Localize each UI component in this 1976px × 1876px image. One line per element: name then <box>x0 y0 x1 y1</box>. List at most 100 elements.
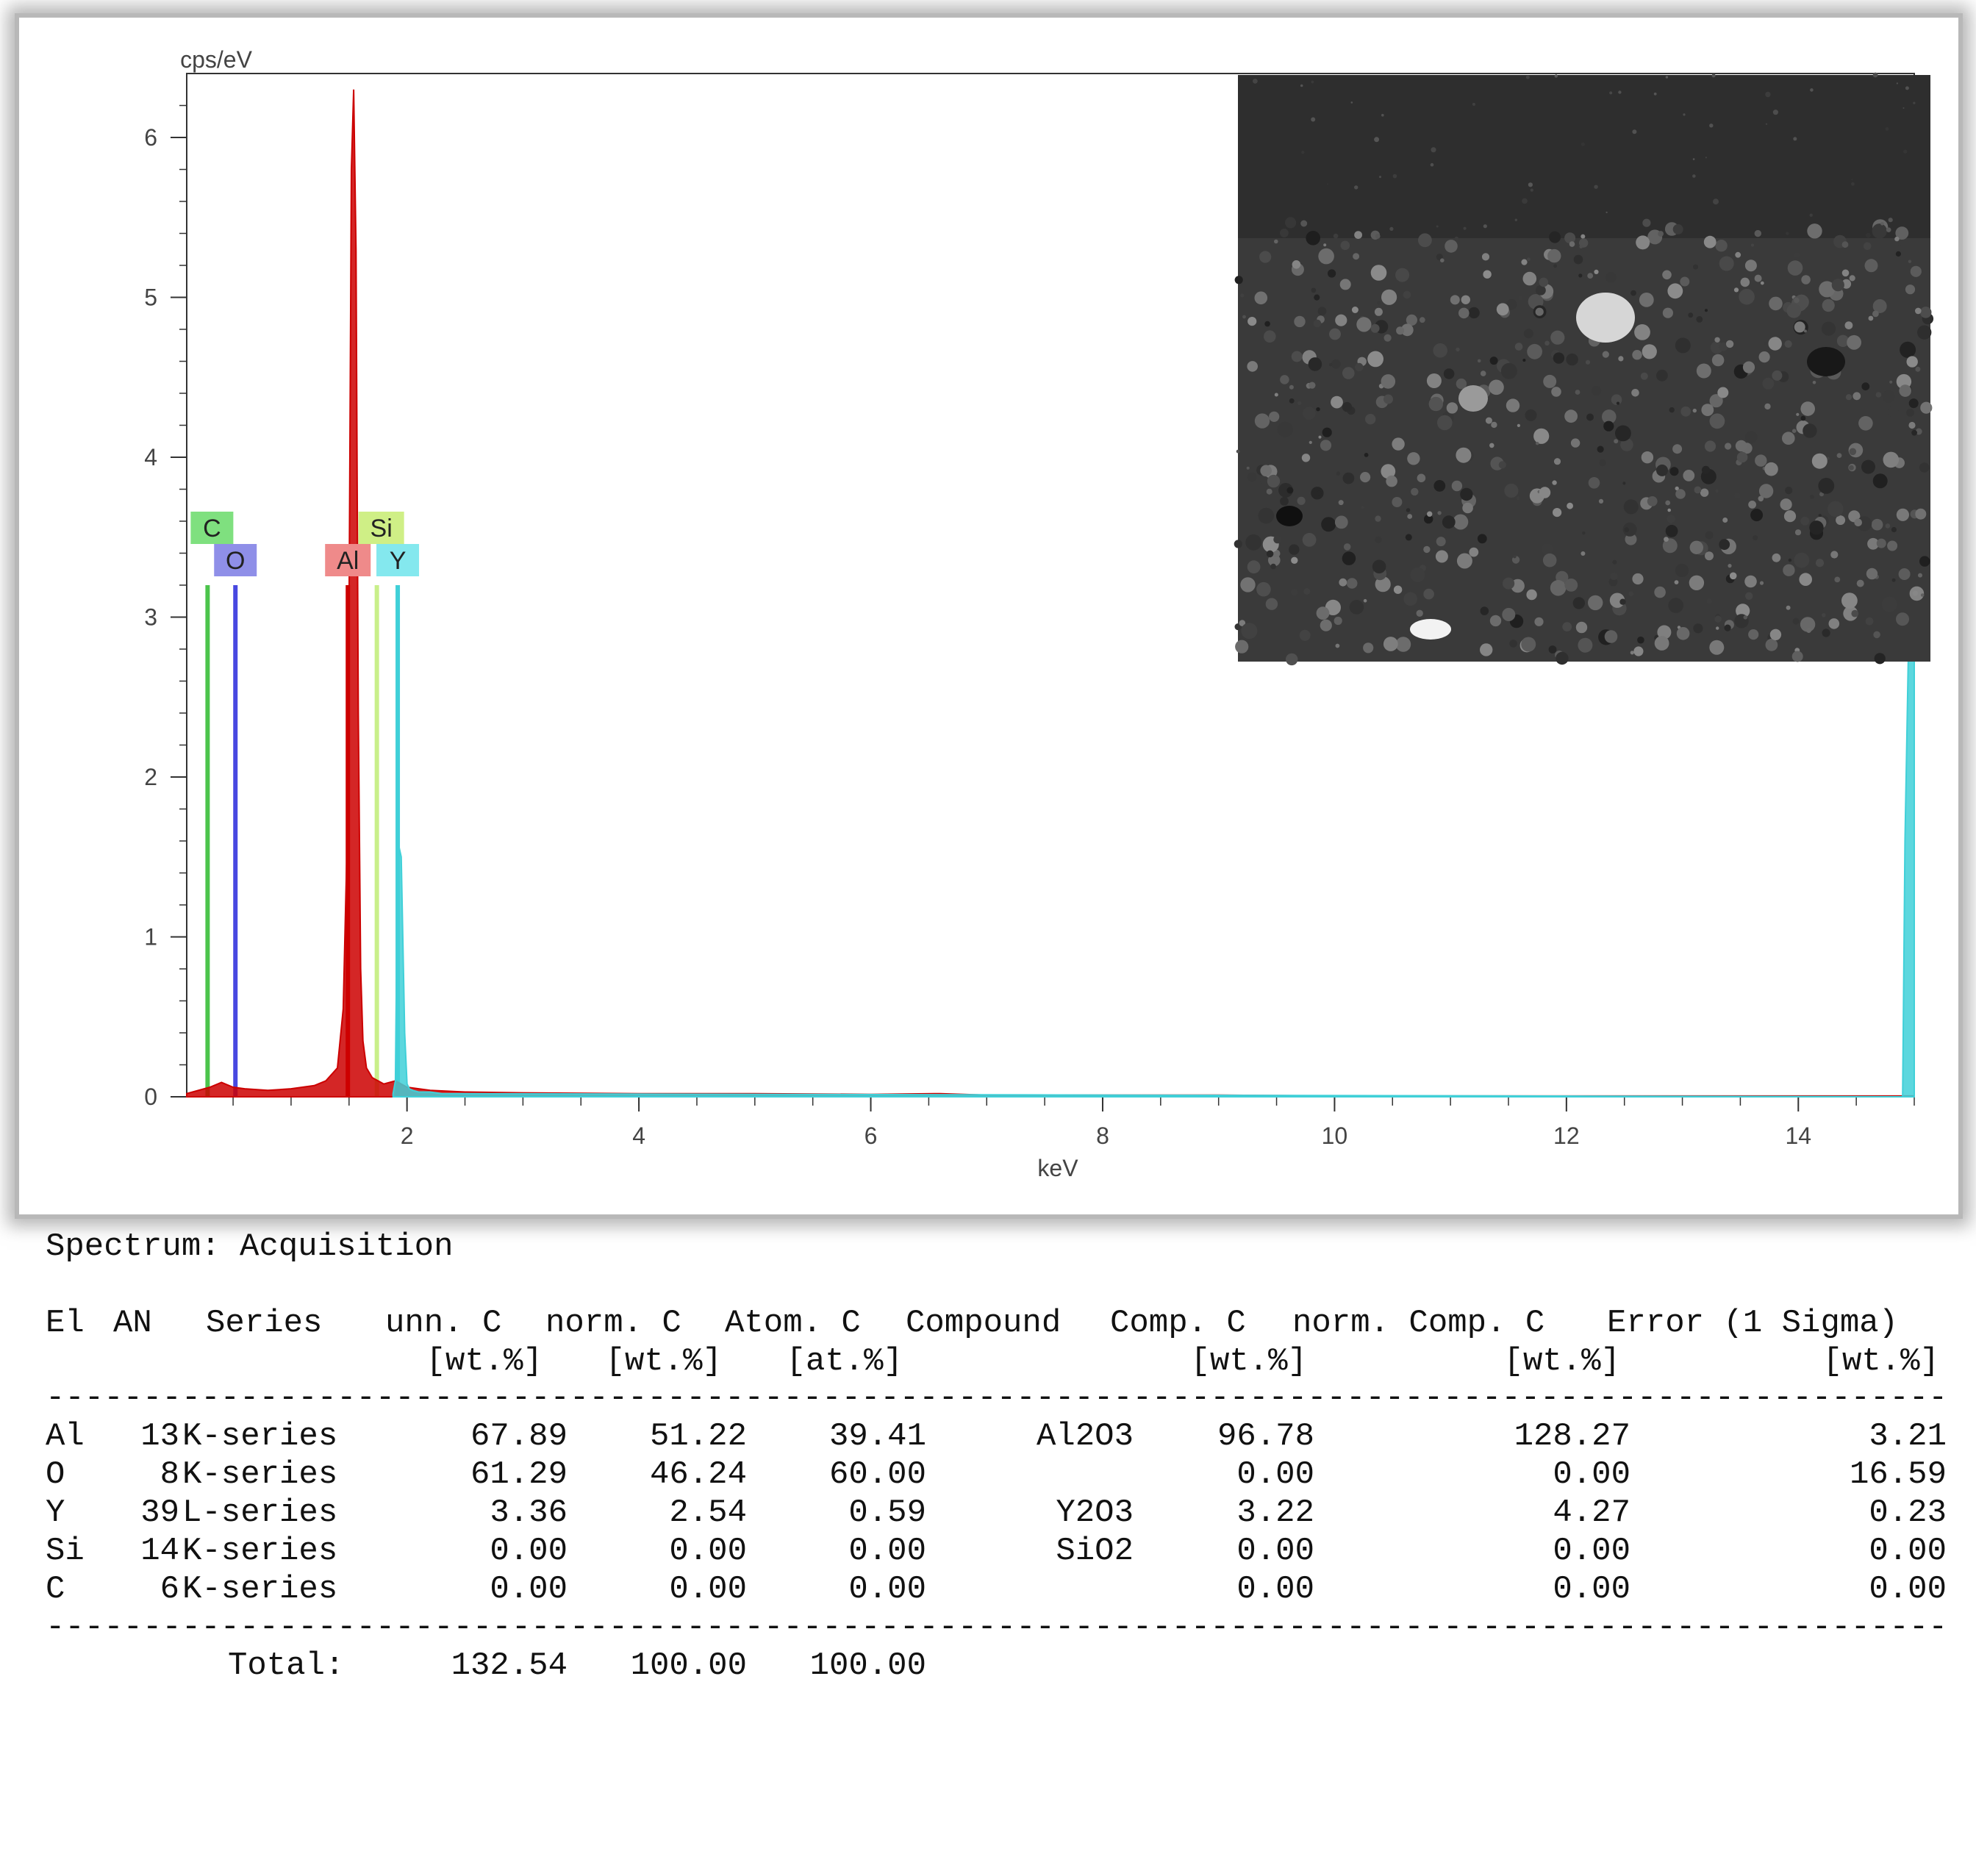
sem-grain <box>1905 86 1909 90</box>
sem-grain <box>1709 123 1714 128</box>
sem-grain <box>1693 264 1698 270</box>
sem-grain <box>1454 236 1458 240</box>
sem-grain <box>1503 577 1515 590</box>
sem-grain <box>1569 241 1575 247</box>
sem-grain <box>1836 515 1846 526</box>
sem-grain <box>1247 361 1258 372</box>
sem-grain <box>1715 489 1719 493</box>
sem-grain <box>1675 563 1689 578</box>
sem-grain <box>1317 307 1327 316</box>
table-row: C 6 K-series 0.00 0.00 0.00 0.00 0.00 0.00 <box>46 1570 1957 1608</box>
cell-comp-c: 0.00 <box>1236 1533 1314 1569</box>
table-divider-bottom: ----------------------------------------… <box>46 1609 1942 1646</box>
sem-grain <box>1335 643 1340 648</box>
sem-grain <box>1365 414 1376 425</box>
sem-grain <box>1374 137 1380 143</box>
sem-grain <box>1489 357 1498 365</box>
sem-grain <box>1523 329 1533 339</box>
sem-grain <box>1437 415 1453 431</box>
unit-atom-c: [at.%] <box>786 1343 903 1380</box>
sem-grain <box>1612 559 1617 565</box>
sem-grain <box>1496 303 1509 316</box>
sem-grain <box>1292 260 1301 269</box>
sem-grain <box>1918 573 1922 578</box>
cell-series: K-series <box>182 1418 338 1455</box>
sem-grain <box>1858 416 1873 431</box>
sem-grain <box>1780 498 1792 511</box>
sem-grain <box>1764 462 1778 476</box>
sem-grain <box>1784 340 1792 348</box>
sem-pore <box>1807 347 1845 376</box>
sem-grain <box>1317 490 1322 495</box>
sem-grain <box>1372 559 1386 574</box>
sem-grain <box>1841 241 1849 248</box>
sem-grain <box>1594 185 1598 189</box>
sem-grain <box>1342 401 1353 412</box>
sem-grain <box>1509 640 1517 648</box>
sem-grain <box>1642 218 1651 227</box>
unit-norm-c: [wt.%] <box>605 1343 722 1380</box>
sem-grain <box>1548 645 1557 654</box>
sem-grain <box>1714 337 1720 343</box>
sem-grain <box>1667 508 1671 512</box>
sem-grain <box>1535 307 1544 316</box>
sem-grain <box>1735 440 1747 452</box>
sem-grain <box>1844 321 1853 329</box>
sem-grain <box>1498 461 1506 469</box>
sem-grain <box>1903 149 1908 154</box>
sem-grain <box>1522 271 1537 286</box>
sem-grain <box>1480 643 1493 656</box>
sem-grain <box>1672 444 1683 454</box>
sem-grain <box>1539 487 1551 498</box>
sem-grain <box>1286 487 1294 494</box>
sem-grain <box>1393 585 1403 594</box>
sem-grain <box>1906 356 1918 368</box>
sem-grain <box>1856 579 1864 587</box>
sem-grain <box>1692 174 1696 178</box>
sem-grain <box>1872 310 1879 318</box>
sem-grain <box>1456 553 1472 569</box>
sem-grain <box>1456 447 1472 463</box>
cell-unn-c: 0.00 <box>490 1533 568 1569</box>
sem-grain <box>1800 516 1810 526</box>
sem-grain <box>1821 321 1836 336</box>
cell-an: 13 <box>140 1418 179 1455</box>
sem-grain <box>1794 297 1800 304</box>
sem-grain <box>1919 307 1932 318</box>
sem-grain <box>1900 341 1916 358</box>
sem-grain <box>1882 390 1895 403</box>
sem-grain <box>1658 231 1664 237</box>
sem-grain <box>1339 578 1347 587</box>
sem-grain <box>1911 429 1918 436</box>
sem-grain <box>1273 535 1282 544</box>
sem-grain <box>1800 401 1815 416</box>
sem-grain <box>1745 431 1758 443</box>
sem-grain <box>1809 213 1813 217</box>
sem-grain <box>1247 472 1257 482</box>
sem-grain <box>1689 575 1705 590</box>
sem-grain <box>1236 449 1240 454</box>
sem-grain <box>1783 564 1795 576</box>
sem-grain <box>1431 147 1436 153</box>
sem-grain <box>1403 290 1411 299</box>
sem-grain <box>1828 501 1844 518</box>
unit-error: [wt.%] <box>1822 1343 1939 1380</box>
sem-grain <box>1881 596 1897 612</box>
sem-grain <box>1309 440 1312 445</box>
sem-grain <box>1772 110 1778 115</box>
sem-grain <box>1340 240 1350 251</box>
sem-grain <box>1872 473 1888 489</box>
sem-grain <box>1521 637 1536 652</box>
sem-grain <box>1562 622 1572 631</box>
sem-grain <box>1876 538 1886 548</box>
sem-grain <box>1895 251 1901 257</box>
sem-grain <box>1417 473 1426 483</box>
sem-grain <box>1711 74 1716 78</box>
sem-grain <box>1522 198 1528 204</box>
sem-grain <box>1594 269 1599 274</box>
sem-grain <box>1395 637 1411 652</box>
unit-unn-c: [wt.%] <box>426 1343 543 1380</box>
sem-grain <box>1379 176 1381 179</box>
sem-grain <box>1575 621 1588 634</box>
total-label: Total: <box>228 1647 345 1684</box>
